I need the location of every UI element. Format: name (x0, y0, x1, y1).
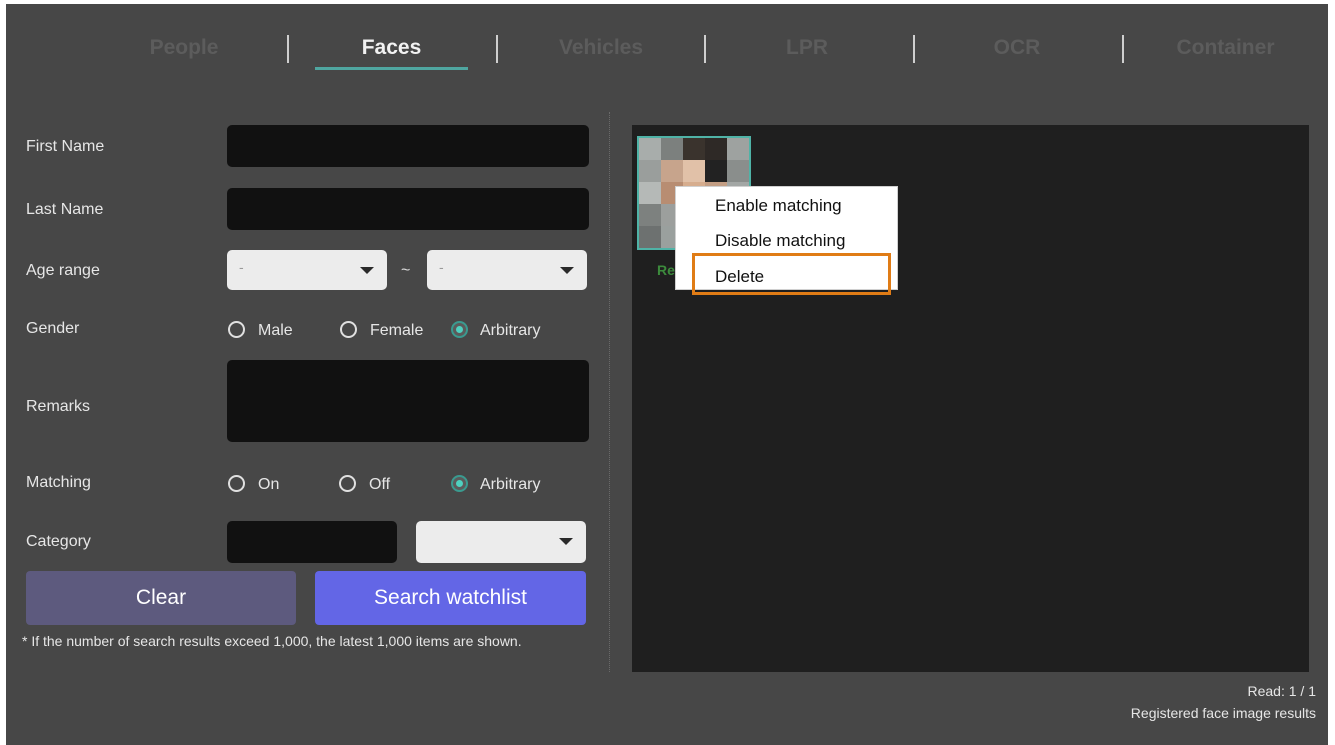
tab-separator (496, 35, 498, 63)
menu-item-enable-matching[interactable]: Enable matching (715, 196, 842, 216)
age-to-value: - (439, 259, 444, 275)
tab-container[interactable]: Container (1148, 32, 1303, 64)
age-from-select[interactable]: - (227, 250, 387, 290)
age-range-label: Age range (26, 262, 100, 279)
remarks-label: Remarks (26, 398, 91, 415)
matching-off-radio[interactable] (339, 475, 356, 492)
tab-vehicles[interactable]: Vehicles (526, 32, 676, 64)
tab-ocr[interactable]: OCR (947, 32, 1087, 64)
context-menu: Enable matching Disable matching Delete (675, 186, 898, 295)
age-to-select[interactable]: - (427, 250, 587, 290)
tab-separator (1122, 35, 1124, 63)
age-range-separator: ~ (401, 262, 411, 279)
face-thumbnail-label: Re (657, 262, 675, 278)
matching-arbitrary-label: Arbitrary (480, 476, 541, 493)
remarks-textarea[interactable] (227, 360, 589, 442)
tab-people[interactable]: People (114, 32, 254, 64)
gender-male-label: Male (258, 322, 293, 339)
matching-arbitrary-radio[interactable] (451, 475, 468, 492)
clear-button[interactable]: Clear (26, 571, 296, 625)
gender-male-radio[interactable] (228, 321, 245, 338)
tab-separator (287, 35, 289, 63)
tab-lpr[interactable]: LPR (737, 32, 877, 64)
tab-separator (913, 35, 915, 63)
chevron-down-icon (360, 267, 374, 274)
gender-female-label: Female (370, 322, 424, 339)
matching-off-label: Off (369, 476, 391, 493)
chevron-down-icon (560, 267, 574, 274)
first-name-label: First Name (26, 138, 105, 155)
matching-on-label: On (258, 476, 280, 493)
tab-faces[interactable]: Faces (315, 32, 468, 64)
category-label: Category (26, 533, 91, 550)
chevron-down-icon (559, 538, 573, 545)
tab-bar: People Faces Vehicles LPR OCR Container (6, 4, 1328, 74)
panel-divider (609, 112, 610, 672)
age-from-value: - (239, 259, 244, 275)
last-name-input[interactable] (227, 188, 589, 230)
gender-arbitrary-radio[interactable] (451, 321, 468, 338)
gender-arbitrary-label: Arbitrary (480, 322, 541, 339)
category-input[interactable] (227, 521, 397, 563)
tab-separator (704, 35, 706, 63)
active-tab-indicator (315, 67, 468, 70)
gender-female-radio[interactable] (340, 321, 357, 338)
results-caption: Registered face image results (1130, 705, 1316, 721)
menu-item-disable-matching[interactable]: Disable matching (715, 231, 845, 251)
category-select[interactable] (416, 521, 586, 563)
last-name-label: Last Name (26, 201, 104, 218)
gender-label: Gender (26, 320, 80, 337)
delete-highlight-box (692, 253, 891, 295)
search-limit-note: * If the number of search results exceed… (22, 633, 522, 649)
read-status: Read: 1 / 1 (1247, 683, 1317, 699)
matching-label: Matching (26, 474, 91, 491)
app-window: People Faces Vehicles LPR OCR Container … (6, 4, 1328, 745)
first-name-input[interactable] (227, 125, 589, 167)
search-watchlist-button[interactable]: Search watchlist (315, 571, 586, 625)
matching-on-radio[interactable] (228, 475, 245, 492)
